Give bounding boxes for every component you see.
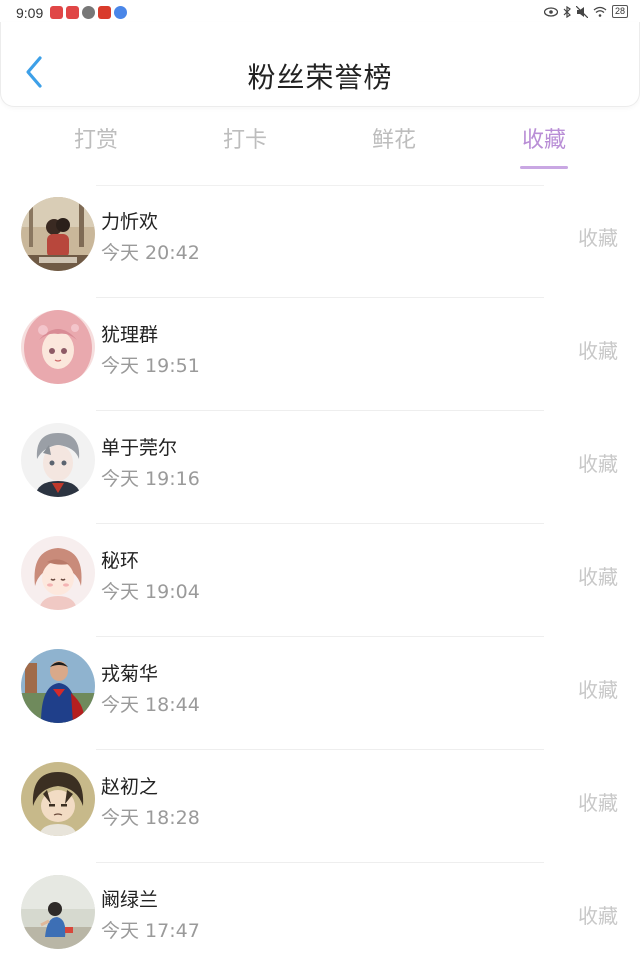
timestamp: 今天 19:16 (101, 468, 200, 490)
user-name: 秘环 (101, 550, 140, 572)
header-bar: 粉丝荣誉榜 (0, 22, 640, 107)
user-name: 阚绿兰 (101, 889, 159, 911)
bluetooth-icon (563, 5, 571, 18)
tab-checkin[interactable]: 打卡 (200, 122, 290, 154)
eye-icon (543, 6, 558, 17)
app-notification-icon (66, 6, 79, 19)
pink-hair-girl-avatar[interactable] (21, 310, 95, 384)
tab-reward[interactable]: 打赏 (51, 122, 141, 154)
grey-hair-boy-avatar[interactable] (21, 423, 95, 497)
favorite-label: 收藏 (578, 226, 618, 250)
system-icons: 28 (543, 5, 628, 18)
favorite-label: 收藏 (578, 452, 618, 476)
fan-list: 力忻欢 今天 20:42 收藏 犹理群 今天 19:51 收藏 单于莞尔 今天 … (0, 185, 640, 976)
browser-icon (114, 6, 127, 19)
favorite-label: 收藏 (578, 565, 618, 589)
list-item[interactable]: 力忻欢 今天 20:42 收藏 (0, 185, 640, 298)
tab-favorites-label: 收藏 (521, 128, 566, 153)
study-app-icon (98, 6, 111, 19)
superhero-avatar[interactable] (21, 649, 95, 723)
active-tab-indicator (520, 166, 568, 169)
tab-flowers[interactable]: 鲜花 (349, 122, 439, 154)
wifi-icon (593, 6, 607, 17)
list-item[interactable]: 秘环 今天 19:04 收藏 (0, 524, 640, 637)
timestamp: 今天 20:42 (101, 242, 200, 264)
user-name: 赵初之 (101, 776, 159, 798)
user-name: 犹理群 (101, 324, 159, 346)
user-name: 单于莞尔 (101, 437, 178, 459)
battery-indicator: 28 (611, 5, 628, 18)
mute-icon (575, 5, 588, 18)
status-time: 9:09 (16, 5, 44, 21)
couple-photo-avatar[interactable] (21, 197, 95, 271)
timestamp: 今天 18:28 (101, 807, 200, 829)
list-item[interactable]: 阚绿兰 今天 17:47 收藏 (0, 863, 640, 976)
app-notification-icon (50, 6, 63, 19)
list-item[interactable]: 单于莞尔 今天 19:16 收藏 (0, 411, 640, 524)
favorite-label: 收藏 (578, 791, 618, 815)
anime-girl-avatar[interactable] (21, 536, 95, 610)
tab-bar: 打赏 打卡 鲜花 收藏 (0, 118, 640, 170)
timestamp: 今天 19:04 (101, 581, 200, 603)
user-name: 戎菊华 (101, 663, 159, 685)
timestamp: 今天 17:47 (101, 920, 200, 942)
timestamp: 今天 19:51 (101, 355, 200, 377)
favorite-label: 收藏 (578, 339, 618, 363)
child-photo-avatar[interactable] (21, 875, 95, 949)
tab-favorites[interactable]: 收藏 (499, 122, 589, 169)
list-item[interactable]: 赵初之 今天 18:28 收藏 (0, 750, 640, 863)
notification-icons (50, 6, 127, 19)
cartoon-boy-avatar[interactable] (21, 762, 95, 836)
page-title: 粉丝荣誉榜 (247, 61, 393, 94)
timestamp: 今天 18:44 (101, 694, 200, 716)
user-name: 力忻欢 (101, 211, 159, 233)
list-item[interactable]: 犹理群 今天 19:51 收藏 (0, 298, 640, 411)
wechat-icon (82, 6, 95, 19)
favorite-label: 收藏 (578, 904, 618, 928)
list-item[interactable]: 戎菊华 今天 18:44 收藏 (0, 637, 640, 750)
favorite-label: 收藏 (578, 678, 618, 702)
